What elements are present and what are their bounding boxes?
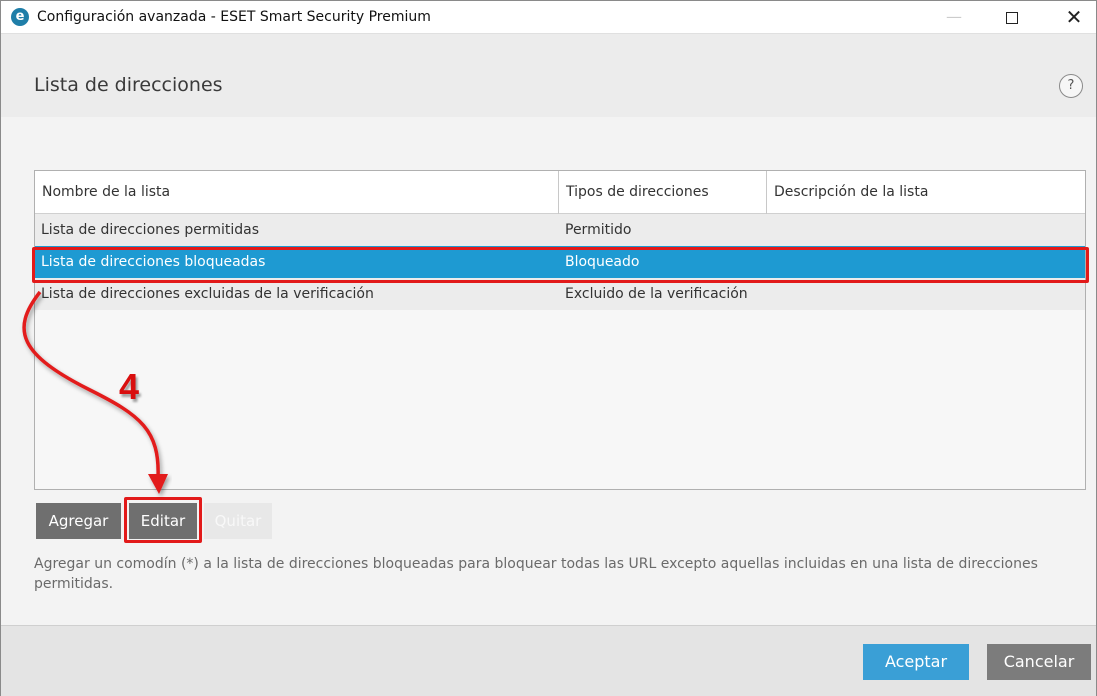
close-button[interactable]: ✕ bbox=[1051, 1, 1097, 33]
column-header-description[interactable]: Descripción de la lista bbox=[766, 171, 1085, 214]
column-header-address-type[interactable]: Tipos de direcciones bbox=[558, 171, 766, 214]
title-bar: e Configuración avanzada - ESET Smart Se… bbox=[1, 1, 1096, 33]
column-header-list-name[interactable]: Nombre de la lista bbox=[35, 171, 558, 214]
cell-address-type: Permitido bbox=[565, 222, 632, 238]
table-row[interactable]: Lista de direcciones permitidas Permitid… bbox=[35, 214, 1085, 246]
cell-list-name: Lista de direcciones permitidas bbox=[41, 222, 260, 238]
help-icon[interactable]: ? bbox=[1059, 74, 1083, 98]
page-header: Lista de direcciones ? bbox=[1, 33, 1096, 117]
wildcard-hint-text: Agregar un comodín (*) a la lista de dir… bbox=[34, 556, 1038, 592]
settings-window: e Configuración avanzada - ESET Smart Se… bbox=[0, 0, 1097, 696]
page-title: Lista de direcciones bbox=[34, 74, 223, 96]
window-title: Configuración avanzada - ESET Smart Secu… bbox=[37, 9, 431, 25]
selected-row-highlight bbox=[32, 247, 1089, 283]
remove-button[interactable]: Quitar bbox=[204, 503, 272, 539]
table-header: Nombre de la lista Tipos de direcciones … bbox=[35, 171, 1085, 214]
minimize-button[interactable]: — bbox=[931, 1, 977, 33]
main-content: Nombre de la lista Tipos de direcciones … bbox=[1, 117, 1096, 625]
edit-button-highlight bbox=[124, 497, 202, 543]
dialog-footer: Aceptar Cancelar bbox=[1, 625, 1096, 696]
ok-button[interactable]: Aceptar bbox=[863, 644, 969, 680]
cell-description bbox=[767, 214, 773, 246]
step-number-label: 4 bbox=[119, 366, 140, 407]
cancel-button[interactable]: Cancelar bbox=[987, 644, 1091, 680]
maximize-icon bbox=[1006, 11, 1018, 24]
maximize-button[interactable] bbox=[989, 1, 1035, 33]
eset-logo-icon: e bbox=[11, 8, 29, 26]
add-button[interactable]: Agregar bbox=[36, 503, 121, 539]
address-lists-table: Nombre de la lista Tipos de direcciones … bbox=[34, 170, 1086, 490]
